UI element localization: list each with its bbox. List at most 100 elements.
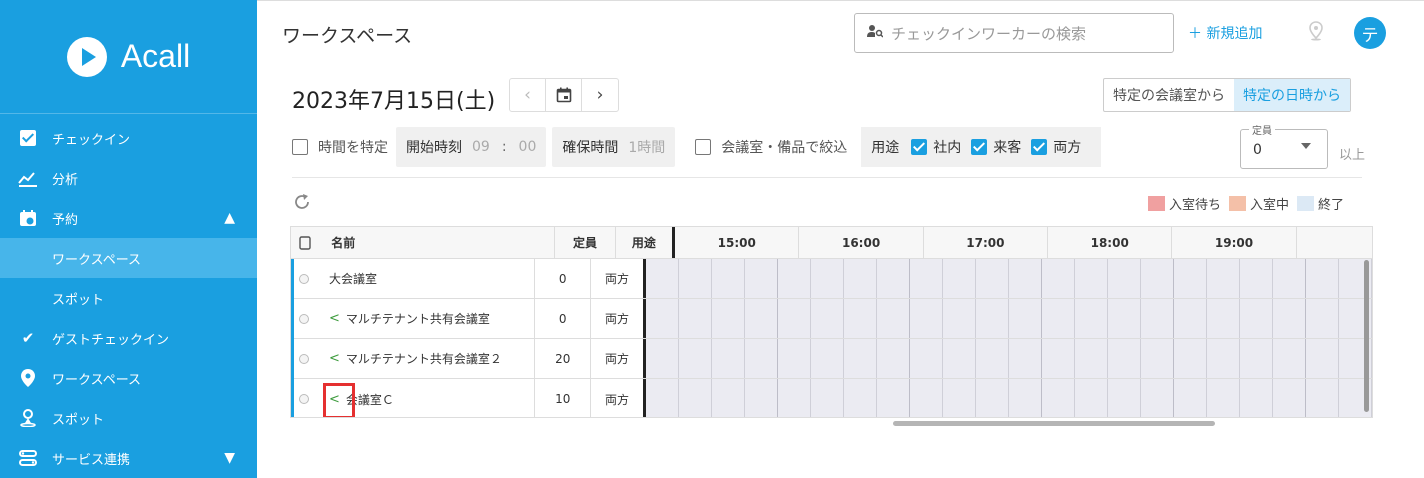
- sidebar-item-integration[interactable]: サービス連携 ▼: [0, 438, 257, 478]
- time-slot[interactable]: [844, 299, 877, 338]
- time-slot[interactable]: [745, 379, 778, 417]
- avatar[interactable]: テ: [1354, 17, 1386, 49]
- capacity-select[interactable]: 定員 0: [1240, 122, 1328, 169]
- time-slot[interactable]: [1075, 339, 1108, 378]
- time-slot[interactable]: [1075, 259, 1108, 298]
- time-slot[interactable]: [943, 339, 976, 378]
- time-slot[interactable]: [877, 379, 910, 417]
- horizontal-scrollbar[interactable]: [893, 421, 1215, 426]
- time-slot[interactable]: [943, 299, 976, 338]
- time-slot[interactable]: [1108, 299, 1141, 338]
- prev-day-button[interactable]: ‹: [510, 79, 546, 111]
- usage-both-option[interactable]: 両方: [1031, 137, 1081, 157]
- time-slot[interactable]: [1108, 259, 1141, 298]
- table-row[interactable]: < 会議室Ｃ 10 両方: [291, 379, 1372, 417]
- time-slot[interactable]: [745, 259, 778, 298]
- time-slot[interactable]: [1306, 339, 1339, 378]
- time-slot[interactable]: [1108, 339, 1141, 378]
- time-slot[interactable]: [1306, 379, 1339, 417]
- time-slot[interactable]: [1174, 339, 1207, 378]
- time-slot[interactable]: [811, 379, 844, 417]
- time-slot[interactable]: [679, 299, 712, 338]
- mode-by-datetime-button[interactable]: 特定の日時から: [1234, 79, 1350, 111]
- time-slot[interactable]: [877, 339, 910, 378]
- time-slot[interactable]: [1306, 259, 1339, 298]
- usage-internal-checkbox[interactable]: [911, 139, 928, 155]
- search-input[interactable]: チェックインワーカーの検索: [854, 13, 1174, 53]
- time-slot[interactable]: [646, 299, 679, 338]
- select-all-checkbox[interactable]: [291, 227, 319, 258]
- room-name[interactable]: < マルチテナント共有会議室: [317, 299, 536, 338]
- time-slot[interactable]: [1042, 339, 1075, 378]
- time-slot[interactable]: [1108, 379, 1141, 417]
- chevron-down-icon[interactable]: ▼: [224, 450, 235, 466]
- time-slot[interactable]: [1141, 299, 1174, 338]
- narrow-by-equipment-checkbox[interactable]: [695, 139, 712, 155]
- time-slot[interactable]: [976, 339, 1009, 378]
- time-slot[interactable]: [1240, 259, 1273, 298]
- timeline-slots[interactable]: [646, 259, 1372, 298]
- time-slot[interactable]: [1141, 379, 1174, 417]
- sidebar-subitem-spot[interactable]: スポット: [0, 278, 257, 318]
- table-row[interactable]: < マルチテナント共有会議室２ 20 両方: [291, 339, 1372, 379]
- time-slot[interactable]: [1240, 299, 1273, 338]
- time-slot[interactable]: [712, 259, 745, 298]
- time-slot[interactable]: [679, 259, 712, 298]
- time-slot[interactable]: [1009, 379, 1042, 417]
- time-slot[interactable]: [1207, 259, 1240, 298]
- next-day-button[interactable]: ›: [582, 79, 618, 111]
- time-slot[interactable]: [679, 339, 712, 378]
- sidebar-item-guest-checkin[interactable]: ✔ ゲストチェックイン: [0, 318, 257, 358]
- usage-visitor-option[interactable]: 来客: [971, 137, 1021, 157]
- time-slot[interactable]: [712, 339, 745, 378]
- sidebar-item-reservation[interactable]: 予約 ▲: [0, 198, 257, 238]
- time-slot[interactable]: [1240, 339, 1273, 378]
- time-slot[interactable]: [679, 379, 712, 417]
- calendar-picker-icon[interactable]: [546, 79, 582, 111]
- time-slot[interactable]: [910, 259, 943, 298]
- sidebar-item-spot[interactable]: スポット: [0, 398, 257, 438]
- time-slot[interactable]: [910, 339, 943, 378]
- time-slot[interactable]: [712, 379, 745, 417]
- time-slot[interactable]: [1075, 379, 1108, 417]
- time-slot[interactable]: [1207, 299, 1240, 338]
- time-slot[interactable]: [1240, 379, 1273, 417]
- time-slot[interactable]: [844, 339, 877, 378]
- room-name[interactable]: 大会議室: [317, 259, 536, 298]
- time-slot[interactable]: [910, 299, 943, 338]
- time-slot[interactable]: [877, 299, 910, 338]
- table-row[interactable]: < マルチテナント共有会議室 0 両方: [291, 299, 1372, 339]
- time-slot[interactable]: [1009, 339, 1042, 378]
- acall-logo[interactable]: Acall: [0, 0, 257, 114]
- time-slot[interactable]: [1207, 379, 1240, 417]
- time-slot[interactable]: [1042, 259, 1075, 298]
- time-slot[interactable]: [1273, 339, 1306, 378]
- time-slot[interactable]: [745, 339, 778, 378]
- time-slot[interactable]: [811, 259, 844, 298]
- time-slot[interactable]: [1141, 339, 1174, 378]
- time-slot[interactable]: [877, 259, 910, 298]
- header-usage[interactable]: 用途: [616, 227, 676, 258]
- sidebar-item-workspace[interactable]: ワークスペース: [0, 358, 257, 398]
- start-minute-input[interactable]: 00: [519, 139, 537, 155]
- refresh-icon[interactable]: [293, 193, 311, 216]
- row-radio[interactable]: [291, 259, 317, 298]
- time-slot[interactable]: [1141, 259, 1174, 298]
- time-slot[interactable]: [976, 299, 1009, 338]
- time-slot[interactable]: [1174, 379, 1207, 417]
- time-slot[interactable]: [943, 259, 976, 298]
- time-slot[interactable]: [1042, 299, 1075, 338]
- time-slot[interactable]: [943, 379, 976, 417]
- row-radio[interactable]: [291, 299, 317, 338]
- usage-both-checkbox[interactable]: [1031, 139, 1048, 155]
- add-new-button[interactable]: ＋ 新規追加: [1188, 23, 1262, 43]
- sidebar-item-analytics[interactable]: 分析: [0, 158, 257, 198]
- mode-by-room-button[interactable]: 特定の会議室から: [1104, 79, 1234, 111]
- usage-visitor-checkbox[interactable]: [971, 139, 988, 155]
- start-hour-input[interactable]: 09: [472, 139, 490, 155]
- chevron-up-icon[interactable]: ▲: [224, 210, 235, 226]
- time-slot[interactable]: [646, 259, 679, 298]
- usage-internal-option[interactable]: 社内: [911, 137, 961, 157]
- sidebar-item-checkin[interactable]: チェックイン: [0, 118, 257, 158]
- time-slot[interactable]: [1075, 299, 1108, 338]
